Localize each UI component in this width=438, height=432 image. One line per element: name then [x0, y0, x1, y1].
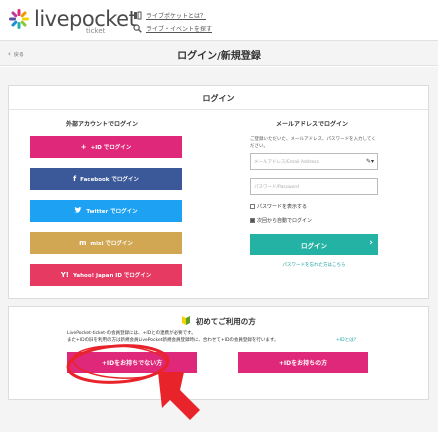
yahoo-icon: Y!	[60, 271, 69, 279]
book-icon	[133, 11, 142, 20]
show-password-label: パスワードを表示する	[257, 204, 308, 210]
yahoo-login-label: Yahoo! Japan ID でログイン	[72, 273, 152, 279]
login-submit-button[interactable]: ログイン ›	[250, 234, 378, 255]
page-title: ログイン/新規登録	[177, 51, 261, 62]
logo-flower-icon	[8, 8, 30, 30]
first-time-line2: また+IDの旧を利用の方は新規会員LivePocket新規会員登録時に、合わせて…	[67, 338, 279, 343]
login-heading: ログイン	[9, 86, 428, 110]
external-login-heading: 外部アカウントでログイン	[66, 121, 139, 128]
forgot-password-link[interactable]: パスワードを忘れた方はこちら	[250, 262, 378, 268]
about-link-label: ライブポケットとは？	[146, 13, 207, 20]
auto-login-label: 次回から自動でログイン	[257, 218, 313, 224]
site-header: livepocket ticket ライブポケットとは？ ライブ・イベントを探す	[0, 0, 438, 40]
header-links: ライブポケットとは？ ライブ・イベントを探す	[133, 9, 212, 35]
mixi-login-button[interactable]: m mixi でログイン	[30, 232, 182, 254]
search-events-link[interactable]: ライブ・イベントを探す	[133, 22, 212, 35]
yahoo-login-button[interactable]: Y! Yahoo! Japan ID でログイン	[30, 264, 182, 286]
auto-login-checkbox[interactable]: 次回から自動でログイン	[250, 217, 312, 224]
logo-subtext: ticket	[86, 27, 106, 35]
first-time-line1: LivePocket-ticket-の会員登録には、+IDとの連携が必要です。	[67, 331, 196, 336]
has-plus-id-label: +IDをお持ちの方	[278, 360, 328, 367]
search-icon	[133, 24, 142, 33]
checkbox-box-checked	[250, 218, 255, 223]
beginner-mark-icon	[182, 316, 193, 326]
twitter-icon	[74, 206, 83, 216]
email-login-heading: メールアドレスでログイン	[276, 121, 349, 128]
facebook-login-label: Facebook でログイン	[80, 177, 139, 183]
page: livepocket ticket ライブポケットとは？ ライブ・イベントを探す…	[0, 0, 438, 432]
no-plus-id-button[interactable]: +IDをお持ちでない方	[67, 352, 197, 373]
first-time-heading: 初めてご利用の方	[0, 316, 438, 327]
title-bar: ‹ 戻る ログイン/新規登録	[0, 40, 438, 66]
show-password-checkbox[interactable]: パスワードを表示する	[250, 203, 307, 210]
email-login-description: ご登録いただいた、メールアドレス、パスワードを入力してください。	[250, 137, 376, 149]
chevron-right-icon: ›	[369, 238, 373, 248]
plus-id-login-button[interactable]: + +ID でログイン	[30, 136, 182, 158]
first-time-title: 初めてご利用の方	[195, 317, 256, 326]
has-plus-id-button[interactable]: +IDをお持ちの方	[238, 352, 368, 373]
mixi-login-label: mixi でログイン	[90, 241, 133, 247]
first-time-text: LivePocket-ticket-の会員登録には、+IDとの連携が必要です。 …	[67, 330, 279, 344]
keyboard-dropdown-icon[interactable]: ✎▾	[366, 158, 374, 165]
checkbox-box	[250, 204, 255, 209]
plus-id-icon: +	[80, 143, 87, 151]
mixi-icon: m	[79, 239, 87, 247]
facebook-icon: f	[73, 175, 77, 183]
facebook-login-button[interactable]: f Facebook でログイン	[30, 168, 182, 190]
livepocket-logo[interactable]: livepocket	[8, 7, 137, 31]
email-placeholder: メールアドレス/Email Address	[254, 160, 319, 165]
logo-text: livepocket	[34, 7, 137, 31]
no-plus-id-label: +IDをお持ちでない方	[101, 360, 163, 367]
email-field[interactable]: メールアドレス/Email Address ✎▾	[250, 153, 378, 170]
twitter-login-button[interactable]: Twitter でログイン	[30, 200, 182, 222]
password-placeholder: パスワード/Password	[254, 185, 300, 190]
twitter-login-label: Twitter でログイン	[86, 209, 138, 215]
login-submit-label: ログイン	[301, 241, 327, 250]
plus-id-login-label: +ID でログイン	[90, 145, 132, 151]
search-events-label: ライブ・イベントを探す	[146, 26, 213, 33]
about-link[interactable]: ライブポケットとは？	[133, 9, 212, 22]
plus-id-about-link[interactable]: +IDとは？	[336, 337, 358, 343]
password-field[interactable]: パスワード/Password	[250, 178, 378, 195]
